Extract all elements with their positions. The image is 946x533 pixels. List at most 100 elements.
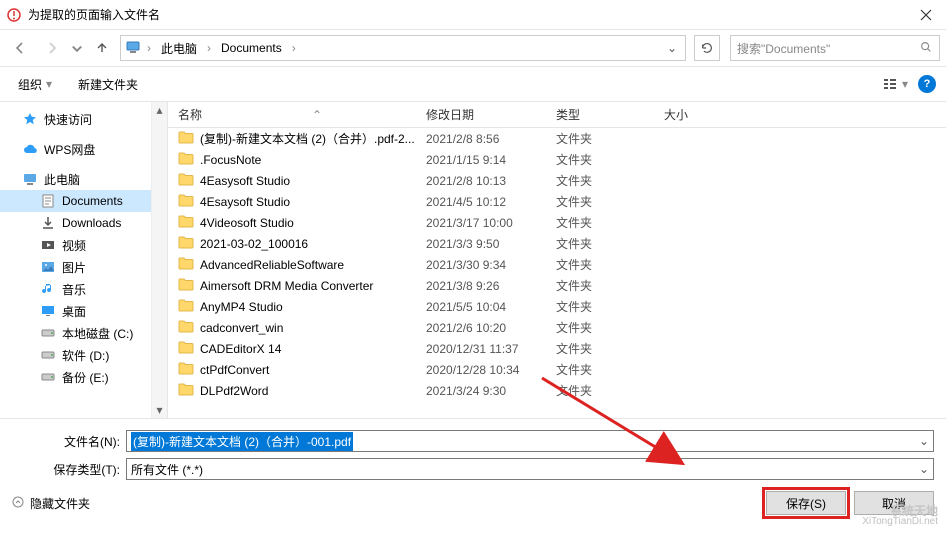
filename-input[interactable]: (复制)-新建文本文档 (2)（合并）-001.pdf ⌄ — [126, 430, 934, 452]
view-button[interactable]: ▾ — [882, 76, 908, 92]
file-row[interactable]: AdvancedReliableSoftware2021/3/30 9:34文件… — [168, 254, 946, 275]
scroll-up-icon[interactable]: ▴ — [152, 102, 167, 118]
chevron-right-icon: › — [207, 41, 211, 55]
file-list: (复制)-新建文本文档 (2)（合并）.pdf-2...2021/2/8 8:5… — [168, 128, 946, 418]
file-row[interactable]: DLPdf2Word2021/3/24 9:30文件夹 — [168, 380, 946, 401]
sidebar-item-label: 视频 — [62, 237, 86, 254]
file-name: AdvancedReliableSoftware — [200, 258, 344, 272]
file-type: 文件夹 — [556, 235, 664, 252]
hide-folders-toggle[interactable]: 隐藏文件夹 — [12, 495, 90, 512]
save-button[interactable]: 保存(S) — [766, 491, 846, 515]
sidebar-item[interactable]: 此电脑 — [0, 168, 167, 190]
file-row[interactable]: 4Esaysoft Studio2021/4/5 10:12文件夹 — [168, 191, 946, 212]
sidebar-item[interactable]: 图片 — [0, 256, 167, 278]
file-row[interactable]: 4Easysoft Studio2021/2/8 10:13文件夹 — [168, 170, 946, 191]
col-date[interactable]: 修改日期 — [426, 106, 556, 123]
file-row[interactable]: CADEditorX 142020/12/31 11:37文件夹 — [168, 338, 946, 359]
organize-button[interactable]: 组织▾ — [10, 72, 60, 97]
column-headers: 名称⌃ 修改日期 类型 大小 — [168, 102, 946, 128]
folder-icon — [178, 151, 194, 168]
file-date: 2021/2/8 10:13 — [426, 174, 556, 188]
file-row[interactable]: 4Videosoft Studio2021/3/17 10:00文件夹 — [168, 212, 946, 233]
chevron-down-icon[interactable]: ⌄ — [919, 462, 929, 476]
file-row[interactable]: Aimersoft DRM Media Converter2021/3/8 9:… — [168, 275, 946, 296]
file-row[interactable]: 2021-03-02_1000162021/3/3 9:50文件夹 — [168, 233, 946, 254]
chevron-right-icon: › — [147, 41, 151, 55]
file-date: 2020/12/28 10:34 — [426, 363, 556, 377]
file-row[interactable]: .FocusNote2021/1/15 9:14文件夹 — [168, 149, 946, 170]
sidebar-item-label: Documents — [62, 194, 123, 208]
address-dropdown[interactable]: ⌄ — [663, 41, 681, 55]
forward-button[interactable] — [38, 34, 66, 62]
cloud-icon — [22, 141, 38, 157]
file-row[interactable]: (复制)-新建文本文档 (2)（合并）.pdf-2...2021/2/8 8:5… — [168, 128, 946, 149]
file-row[interactable]: cadconvert_win2021/2/6 10:20文件夹 — [168, 317, 946, 338]
sidebar-item-label: 备份 (E:) — [62, 369, 109, 386]
back-button[interactable] — [6, 34, 34, 62]
sidebar-item[interactable]: 桌面 — [0, 300, 167, 322]
col-size[interactable]: 大小 — [664, 106, 744, 123]
folder-icon — [178, 256, 194, 273]
sidebar-item[interactable]: 音乐 — [0, 278, 167, 300]
sidebar: ▴ ▾ 快速访问 WPS网盘此电脑 Documents Downloads 视频图片音乐… — [0, 102, 168, 418]
doc-icon — [40, 193, 56, 209]
file-date: 2021/3/8 9:26 — [426, 279, 556, 293]
col-type[interactable]: 类型 — [556, 106, 664, 123]
folder-icon — [178, 235, 194, 252]
crumb-this-pc[interactable]: 此电脑 — [157, 38, 201, 59]
chevron-down-icon[interactable]: ⌄ — [919, 434, 929, 448]
sidebar-item-label: 此电脑 — [44, 171, 80, 188]
watermark: 系统天地 XiTongTianDi.net — [862, 505, 938, 527]
file-date: 2021/5/5 10:04 — [426, 300, 556, 314]
title-bar: 为提取的页面输入文件名 — [0, 0, 946, 30]
chevron-down-icon: ▾ — [902, 77, 908, 91]
col-name[interactable]: 名称⌃ — [178, 106, 426, 123]
file-name: ctPdfConvert — [200, 363, 269, 377]
file-pane: 名称⌃ 修改日期 类型 大小 (复制)-新建文本文档 (2)（合并）.pdf-2… — [168, 102, 946, 418]
refresh-button[interactable] — [694, 35, 720, 61]
sidebar-item-label: Downloads — [62, 216, 121, 230]
sidebar-item-label: 音乐 — [62, 281, 86, 298]
recent-button[interactable] — [70, 34, 84, 62]
sidebar-item[interactable]: 本地磁盘 (C:) — [0, 322, 167, 344]
file-row[interactable]: AnyMP4 Studio2021/5/5 10:04文件夹 — [168, 296, 946, 317]
sidebar-item[interactable]: 视频 — [0, 234, 167, 256]
folder-icon — [178, 340, 194, 357]
up-button[interactable] — [88, 34, 116, 62]
file-name: .FocusNote — [200, 153, 261, 167]
download-icon — [40, 215, 56, 231]
file-type: 文件夹 — [556, 193, 664, 210]
address-bar[interactable]: › 此电脑 › Documents › ⌄ — [120, 35, 686, 61]
search-placeholder: 搜索"Documents" — [737, 40, 830, 57]
file-name: cadconvert_win — [200, 321, 283, 335]
file-name: 4Esaysoft Studio — [200, 195, 290, 209]
file-date: 2021/3/24 9:30 — [426, 384, 556, 398]
scroll-down-icon[interactable]: ▾ — [152, 402, 167, 418]
sidebar-item[interactable]: 软件 (D:) — [0, 344, 167, 366]
search-box[interactable]: 搜索"Documents" — [730, 35, 940, 61]
sidebar-item-label: WPS网盘 — [44, 141, 95, 158]
disk-icon — [40, 369, 56, 385]
new-folder-button[interactable]: 新建文件夹 — [70, 72, 146, 97]
file-date: 2021/3/3 9:50 — [426, 237, 556, 251]
folder-icon — [178, 298, 194, 315]
file-type: 文件夹 — [556, 382, 664, 399]
help-button[interactable]: ? — [918, 75, 936, 93]
file-name: (复制)-新建文本文档 (2)（合并）.pdf-2... — [200, 130, 415, 147]
sidebar-item[interactable]: 备份 (E:) — [0, 366, 167, 388]
crumb-documents[interactable]: Documents — [217, 39, 286, 57]
file-name: 4Videosoft Studio — [200, 216, 294, 230]
folder-icon — [178, 361, 194, 378]
sidebar-item[interactable]: WPS网盘 — [0, 138, 167, 160]
sidebar-item[interactable]: 快速访问 — [0, 108, 167, 130]
body: ▴ ▾ 快速访问 WPS网盘此电脑 Documents Downloads 视频图片音乐… — [0, 102, 946, 418]
sidebar-scrollbar[interactable]: ▴ ▾ — [151, 102, 167, 418]
sidebar-item[interactable]: Downloads — [0, 212, 167, 234]
close-button[interactable] — [906, 0, 946, 30]
sidebar-item[interactable]: Documents — [0, 190, 167, 212]
file-row[interactable]: ctPdfConvert2020/12/28 10:34文件夹 — [168, 359, 946, 380]
file-date: 2021/2/6 10:20 — [426, 321, 556, 335]
filetype-select[interactable]: 所有文件 (*.*) ⌄ — [126, 458, 934, 480]
folder-icon — [178, 319, 194, 336]
sidebar-item-label: 本地磁盘 (C:) — [62, 325, 133, 342]
